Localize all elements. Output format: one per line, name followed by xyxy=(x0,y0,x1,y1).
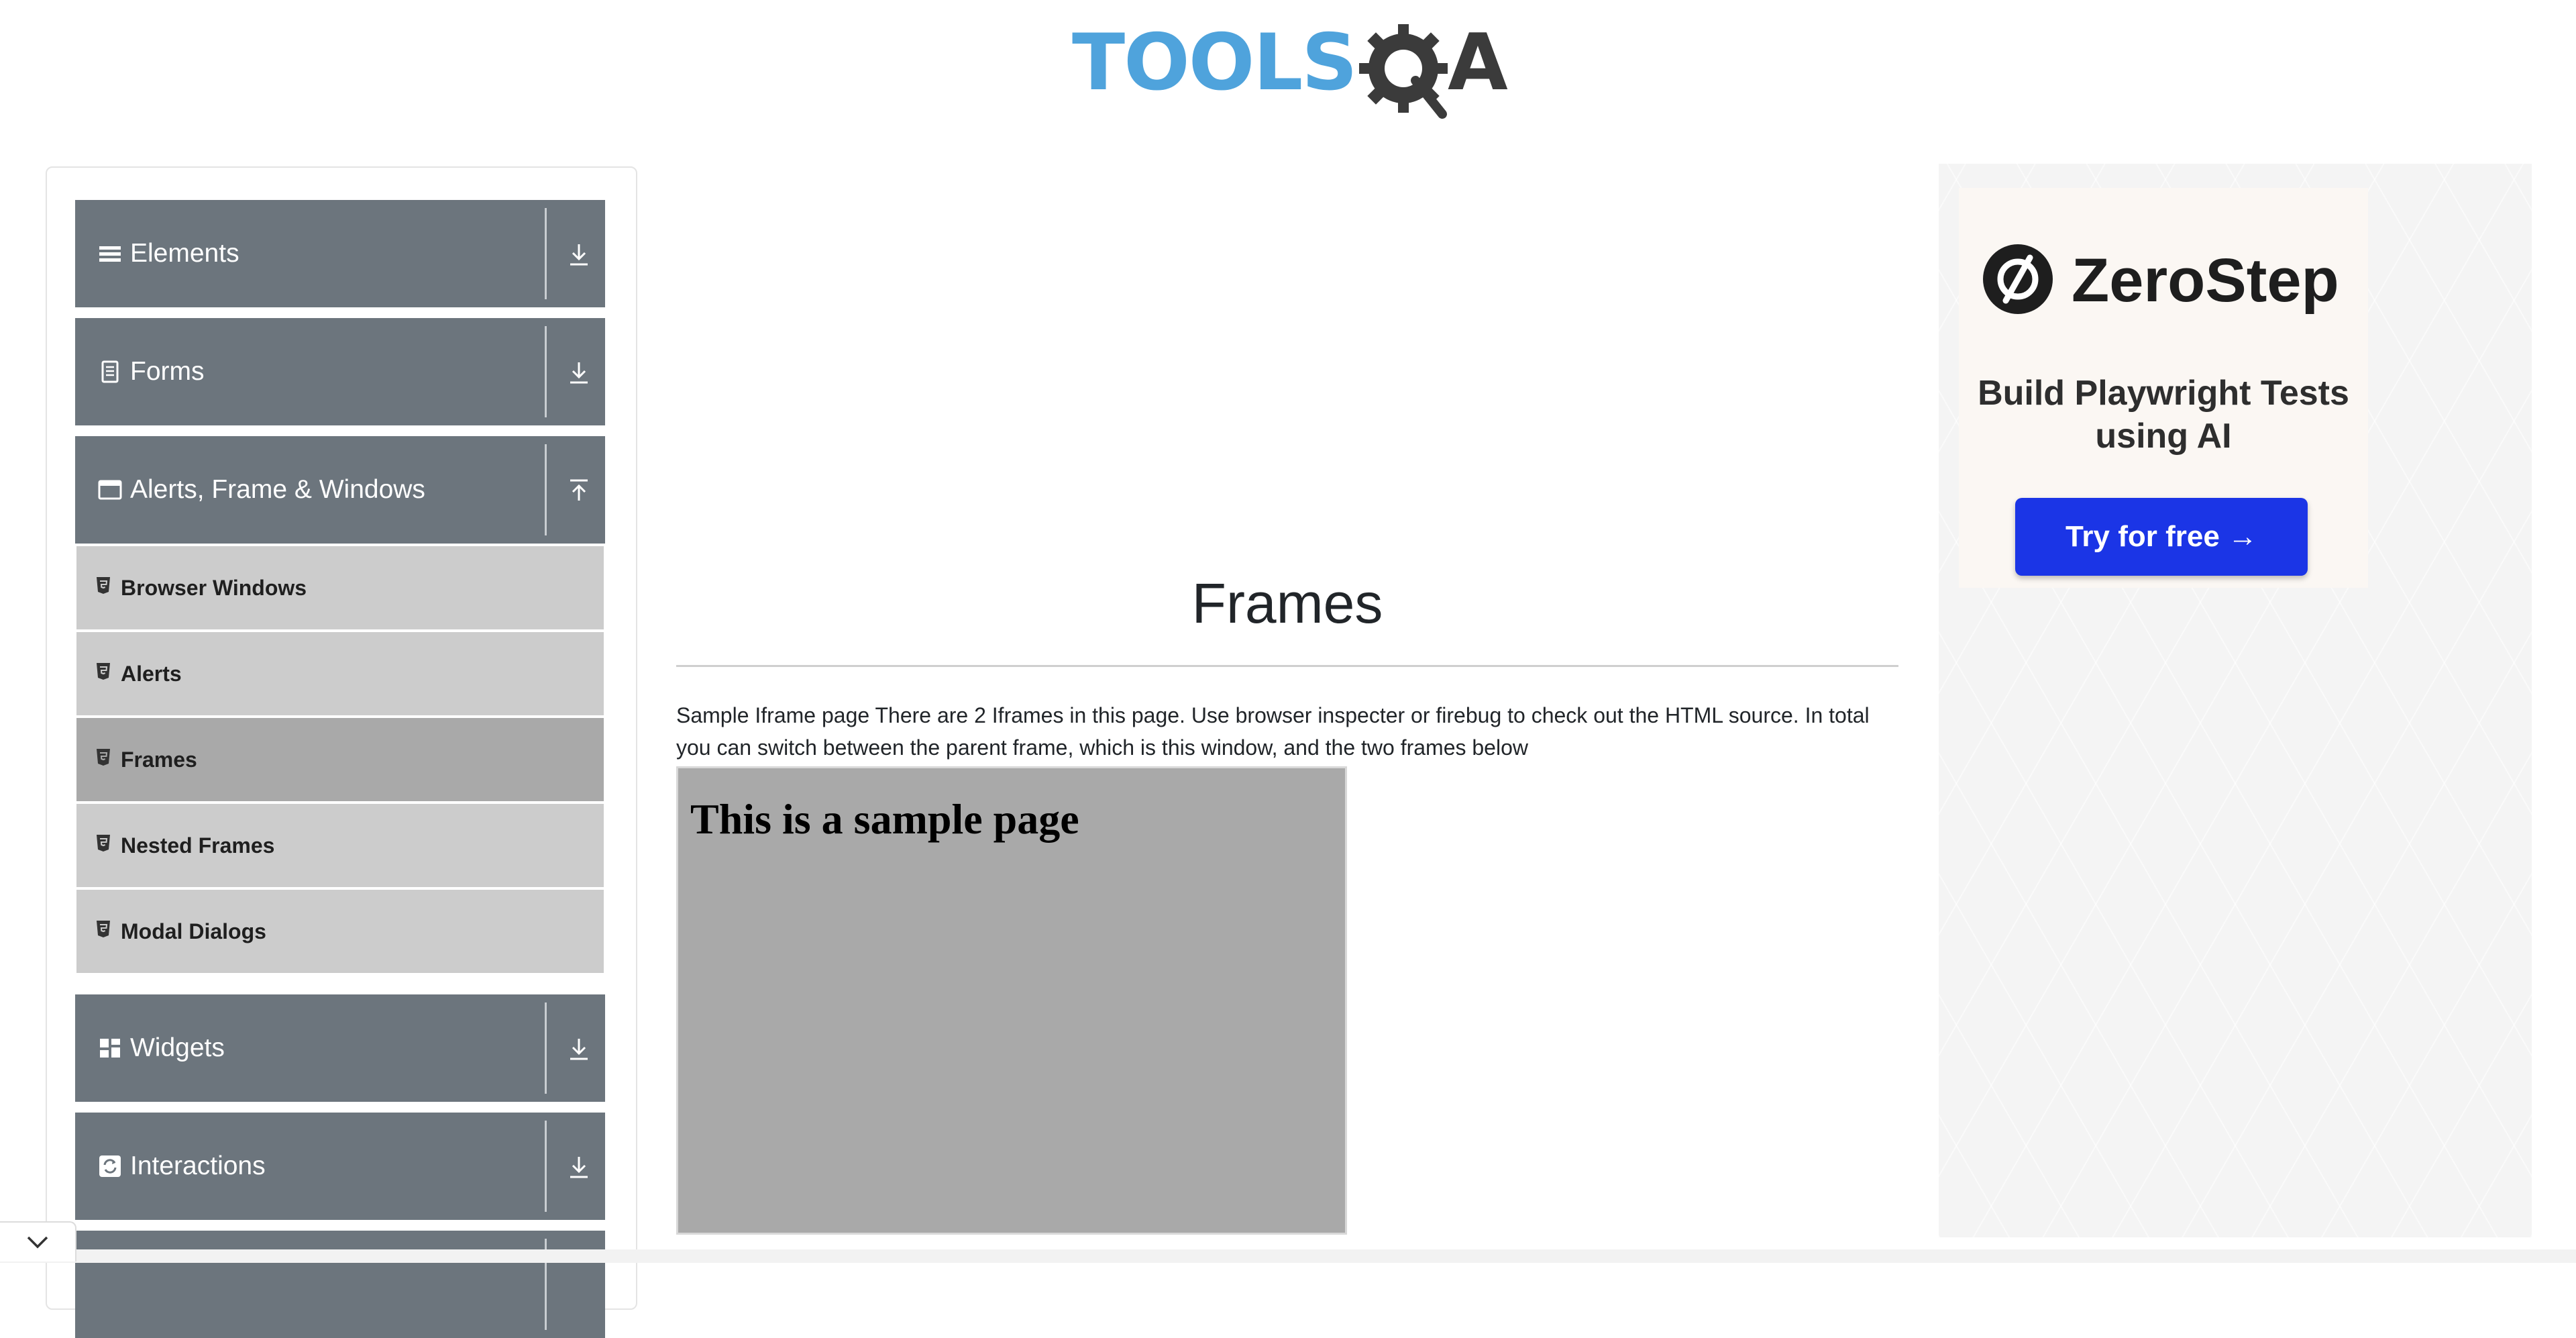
menu-item-label: Alerts xyxy=(121,662,182,686)
download-icon xyxy=(570,1039,588,1060)
html5-icon xyxy=(97,921,110,937)
window-icon xyxy=(98,480,122,500)
html5-icon xyxy=(97,663,110,680)
menu-item-browser-windows[interactable]: Browser Windows xyxy=(76,546,604,629)
ad-card: ZeroStep Build Playwright Tests using AI… xyxy=(1959,188,2368,588)
refresh-icon xyxy=(99,1155,121,1177)
page-description: Sample Iframe page There are 2 Iframes i… xyxy=(676,703,1870,760)
ad-tagline: Build Playwright Tests using AI xyxy=(1978,374,2349,456)
sidebar-group-label: Interactions xyxy=(130,1151,266,1180)
html5-icon xyxy=(97,749,110,766)
grid-icon xyxy=(100,1039,120,1058)
gear-icon xyxy=(1359,24,1448,119)
sidebar-group-label: Forms xyxy=(130,357,205,386)
sidebar-group-forms[interactable]: Forms xyxy=(75,318,605,425)
chevron-down-icon xyxy=(27,1236,48,1249)
download-icon xyxy=(570,1157,588,1178)
bottom-strip xyxy=(0,1249,2576,1263)
logo-letter: A xyxy=(1448,17,1508,108)
toolsqa-logo[interactable]: TOOLS A xyxy=(1072,20,1508,121)
sidebar-group-alerts-frame-windows[interactable]: Alerts, Frame & Windows xyxy=(75,436,605,544)
divider xyxy=(545,1121,547,1212)
download-icon xyxy=(570,362,588,384)
upload-icon xyxy=(570,479,588,501)
html5-icon xyxy=(97,835,110,852)
sidebar-group-elements[interactable]: Elements xyxy=(75,200,605,307)
left-panel: Elements Forms Alerts, Frame & Windows B… xyxy=(46,166,637,1338)
ad-brand: ZeroStep xyxy=(2072,246,2339,315)
sidebar-group-label: Elements xyxy=(130,239,239,268)
menu-item-label: Modal Dialogs xyxy=(121,919,266,943)
menu-item-label: Frames xyxy=(121,748,197,772)
iframe-heading: This is a sample page xyxy=(690,795,1079,843)
hamburger-icon xyxy=(99,246,121,262)
sidebar-group-next[interactable] xyxy=(75,1231,605,1338)
title-divider xyxy=(676,665,1898,667)
document-icon xyxy=(101,360,119,383)
html5-icon xyxy=(97,577,110,594)
collapse-toggle[interactable] xyxy=(0,1221,76,1262)
page-title: Frames xyxy=(1191,572,1383,635)
advertisement[interactable]: ZeroStep Build Playwright Tests using AI… xyxy=(1939,164,2532,1237)
sidebar-group-label: Alerts, Frame & Windows xyxy=(130,475,425,504)
sample-iframe[interactable]: This is a sample page xyxy=(676,766,1347,1235)
menu-item-frames[interactable]: Frames xyxy=(76,718,604,801)
logo-text: TOOLS xyxy=(1072,17,1358,108)
menu-item-alerts[interactable]: Alerts xyxy=(76,632,604,715)
menu-item-label: Browser Windows xyxy=(121,576,307,600)
sidebar-group-label: Widgets xyxy=(130,1033,225,1062)
download-icon xyxy=(570,244,588,266)
sidebar-group-interactions[interactable]: Interactions xyxy=(75,1113,605,1220)
divider xyxy=(545,208,547,299)
sidebar-group-widgets[interactable]: Widgets xyxy=(75,994,605,1102)
menu-item-nested-frames[interactable]: Nested Frames xyxy=(76,804,604,887)
divider xyxy=(545,444,547,535)
menu-item-modal-dialogs[interactable]: Modal Dialogs xyxy=(76,890,604,973)
divider xyxy=(545,1002,547,1094)
divider xyxy=(545,326,547,417)
try-for-free-button[interactable]: Try for free → xyxy=(2015,498,2308,576)
zerostep-logo-icon xyxy=(1983,244,2053,314)
menu-item-label: Nested Frames xyxy=(121,833,275,858)
